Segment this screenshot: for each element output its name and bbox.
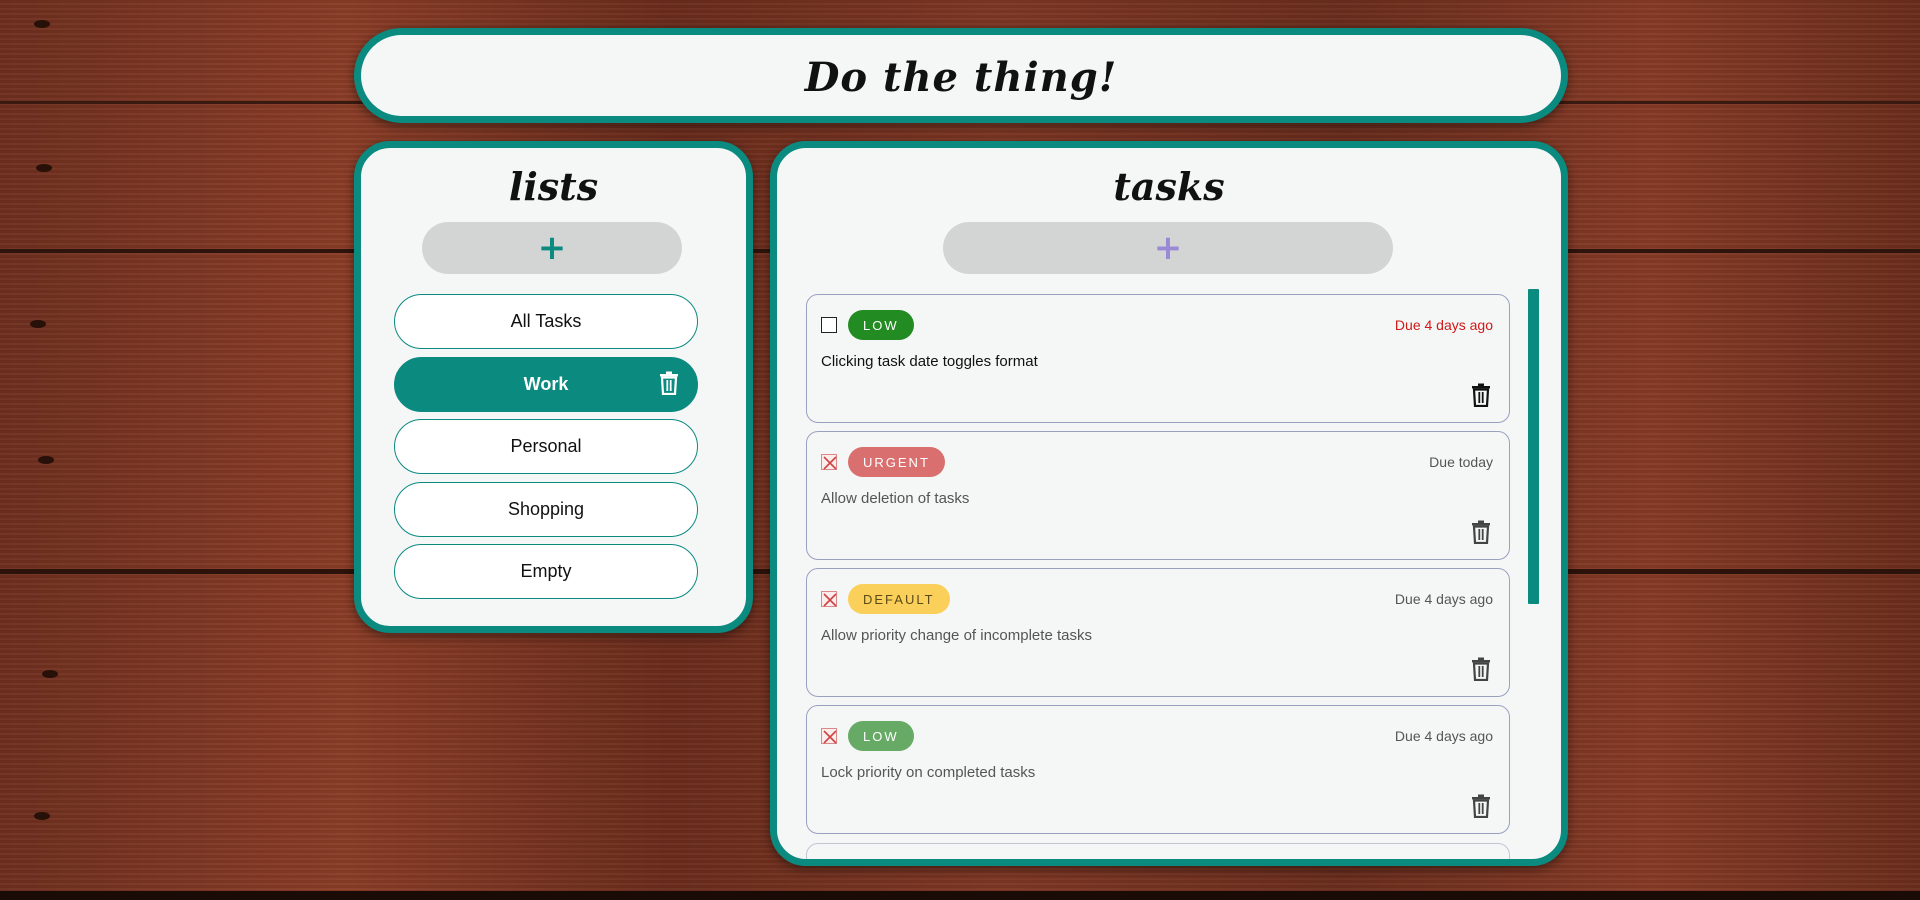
add-task-button[interactable]: + <box>943 222 1393 274</box>
add-list-button[interactable]: + <box>422 222 682 274</box>
task-list-scrollbar[interactable] <box>1528 289 1539 604</box>
list-item-personal[interactable]: Personal <box>394 419 698 474</box>
tasks-title: tasks <box>1113 164 1225 209</box>
app-header: Do the thing! <box>354 28 1568 123</box>
task-checkbox[interactable] <box>821 317 837 333</box>
list-item-shopping[interactable]: Shopping <box>394 482 698 537</box>
wood-knot <box>36 164 52 172</box>
list-item-empty[interactable]: Empty <box>394 544 698 599</box>
task-text: Allow priority change of incomplete task… <box>821 627 1092 644</box>
x-box-icon <box>823 730 837 744</box>
lists-panel: lists + All Tasks Work Personal Shopping… <box>354 141 753 633</box>
priority-badge[interactable]: LOW <box>848 310 914 340</box>
priority-badge[interactable]: URGENT <box>848 447 945 477</box>
task-checkbox[interactable] <box>821 728 837 744</box>
trash-icon[interactable] <box>1471 383 1491 411</box>
task-checkbox[interactable] <box>821 591 837 607</box>
x-box-icon <box>823 593 837 607</box>
list-item-label: Empty <box>520 561 572 581</box>
list-item-label: All Tasks <box>510 311 582 331</box>
task-card: DEFAULT Due 4 days ago Allow priority ch… <box>806 568 1510 697</box>
wood-knot <box>34 812 50 820</box>
wood-knot <box>38 456 54 464</box>
list-item-label: Work <box>523 374 569 394</box>
task-text: Allow deletion of tasks <box>821 490 970 507</box>
task-card: LOW Due 4 days ago Clicking task date to… <box>806 294 1510 423</box>
task-due-date[interactable]: Due 4 days ago <box>1395 728 1493 744</box>
wood-knot <box>30 320 46 328</box>
trash-icon[interactable] <box>1471 794 1491 822</box>
task-due-date[interactable]: Due today <box>1429 454 1493 470</box>
task-text: Clicking task date toggles format <box>821 353 1038 370</box>
trash-icon[interactable] <box>1471 657 1491 685</box>
list-item-label: Personal <box>510 436 582 456</box>
task-card: URGENT Due today Allow deletion of tasks <box>806 431 1510 560</box>
list-item-all-tasks[interactable]: All Tasks <box>394 294 698 349</box>
list-item-label: Shopping <box>507 499 585 519</box>
task-due-date[interactable]: Due 4 days ago <box>1395 317 1493 333</box>
task-card: LOW Due 4 days ago Lock priority on comp… <box>806 705 1510 834</box>
task-checkbox[interactable] <box>821 454 837 470</box>
priority-badge[interactable]: LOW <box>848 721 914 751</box>
task-card-partial <box>806 843 1510 859</box>
task-text: Lock priority on completed tasks <box>821 764 1036 781</box>
trash-icon[interactable] <box>1471 520 1491 548</box>
tasks-panel: tasks + LOW Due 4 days ago Clicking task… <box>770 141 1568 866</box>
x-box-icon <box>823 456 837 470</box>
lists-title: lists <box>508 164 599 209</box>
trash-icon[interactable] <box>659 371 679 400</box>
list-item-work[interactable]: Work <box>394 357 698 412</box>
wood-knot <box>34 20 50 28</box>
task-due-date[interactable]: Due 4 days ago <box>1395 591 1493 607</box>
wood-knot <box>42 670 58 678</box>
priority-badge[interactable]: DEFAULT <box>848 584 950 614</box>
app-title: Do the thing! <box>804 54 1118 101</box>
